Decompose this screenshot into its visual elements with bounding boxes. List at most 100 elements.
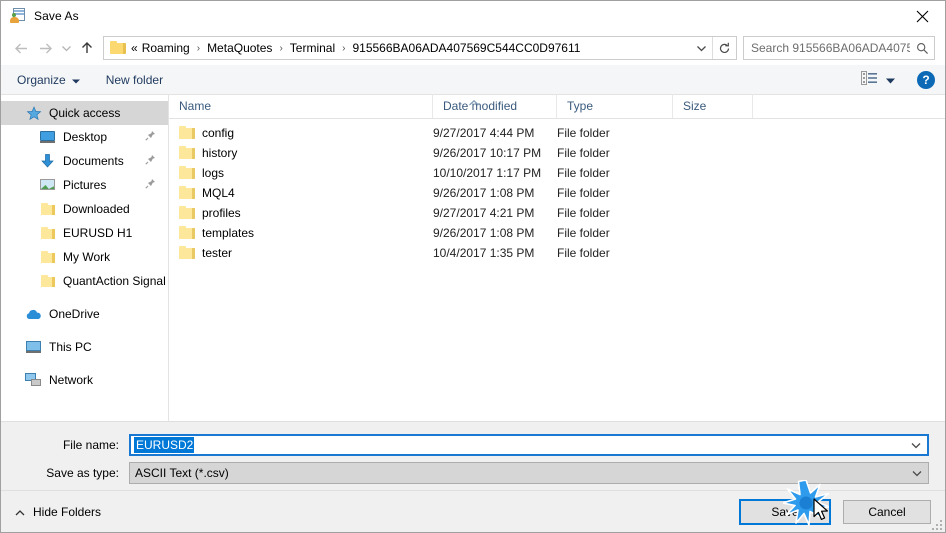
dialog-footer: Hide Folders Save Cancel — [1, 490, 945, 532]
table-row[interactable]: history 9/26/2017 10:17 PM File folder — [169, 143, 945, 163]
file-date: 9/26/2017 1:08 PM — [433, 186, 535, 200]
change-view-button[interactable] — [861, 71, 895, 88]
breadcrumb-item-roaming[interactable]: Roaming — [140, 41, 192, 55]
help-label: ? — [922, 72, 930, 87]
folder-icon — [179, 166, 195, 180]
organize-label: Organize — [17, 72, 66, 87]
search-input[interactable]: Search 915566BA06ADA40756... — [743, 36, 935, 60]
new-folder-label: New folder — [105, 72, 164, 87]
column-label: Type — [567, 99, 594, 113]
folder-icon — [39, 201, 57, 217]
sidebar-item-label: Quick access — [49, 106, 121, 120]
file-type: File folder — [557, 146, 610, 160]
cancel-button[interactable]: Cancel — [843, 499, 931, 524]
caret-up-icon — [15, 505, 25, 519]
file-name: MQL4 — [202, 186, 235, 200]
save-button[interactable]: Save — [739, 498, 831, 525]
sidebar-item-desktop[interactable]: Desktop — [1, 125, 168, 149]
file-name-input[interactable]: EURUSD2 — [129, 434, 929, 456]
new-folder-button[interactable]: New folder — [106, 73, 163, 87]
address-chevron-down-icon[interactable] — [690, 37, 712, 59]
column-headers: Name Date modified Type Size — [169, 94, 945, 119]
sidebar-item-label: Downloaded — [63, 202, 130, 216]
chevron-down-icon[interactable] — [912, 463, 922, 483]
file-type: File folder — [557, 206, 610, 220]
table-row[interactable]: tester 10/4/2017 1:35 PM File folder — [169, 243, 945, 263]
sidebar-divider — [1, 326, 168, 335]
close-icon[interactable] — [899, 1, 945, 31]
breadcrumb-separator-icon[interactable]: › — [337, 43, 350, 54]
back-arrow-icon[interactable] — [9, 36, 33, 60]
file-list: Name Date modified Type Size config 9/27… — [169, 94, 945, 421]
save-as-type-label: Save as type: — [46, 466, 119, 480]
breadcrumb-separator-icon[interactable]: › — [192, 43, 205, 54]
save-form: File name: EURUSD2 Save as type: ASCII T… — [1, 421, 945, 490]
file-name: templates — [202, 226, 255, 240]
sidebar-item-onedrive[interactable]: OneDrive — [1, 302, 168, 326]
column-header-name[interactable]: Name — [169, 94, 433, 118]
breadcrumb-overflow[interactable]: « — [131, 41, 140, 55]
pin-icon[interactable] — [145, 154, 156, 168]
file-type: File folder — [557, 226, 610, 240]
table-row[interactable]: logs 10/10/2017 1:17 PM File folder — [169, 163, 945, 183]
save-as-type-select[interactable]: ASCII Text (*.csv) — [129, 462, 929, 484]
sidebar-item-network[interactable]: Network — [1, 368, 168, 392]
resize-grip-icon[interactable] — [930, 518, 942, 530]
table-row[interactable]: profiles 9/27/2017 4:21 PM File folder — [169, 203, 945, 223]
breadcrumb-item-metaquotes[interactable]: MetaQuotes — [205, 41, 274, 55]
file-name: logs — [202, 166, 225, 180]
column-header-date-modified[interactable]: Date modified — [433, 94, 557, 118]
sidebar-item-quick-access[interactable]: Quick access — [1, 101, 168, 125]
sidebar-item-eurusd-h1[interactable]: EURUSD H1 — [1, 221, 168, 245]
folder-icon — [39, 273, 57, 289]
sidebar-item-downloaded[interactable]: Downloaded — [1, 197, 168, 221]
sidebar-item-pictures[interactable]: Pictures — [1, 173, 168, 197]
navigation-sidebar: Quick access Desktop Documents Pictures … — [1, 95, 169, 421]
folder-icon — [179, 186, 195, 200]
recent-locations-chevron-down-icon[interactable] — [57, 36, 75, 60]
refresh-icon[interactable] — [712, 37, 736, 59]
column-header-size[interactable]: Size — [673, 94, 753, 118]
pin-icon[interactable] — [145, 130, 156, 144]
forward-arrow-icon[interactable] — [33, 36, 57, 60]
sidebar-item-documents[interactable]: Documents — [1, 149, 168, 173]
folder-icon — [179, 126, 195, 140]
table-row[interactable]: MQL4 9/26/2017 1:08 PM File folder — [169, 183, 945, 203]
sidebar-item-my-work[interactable]: My Work — [1, 245, 168, 269]
sidebar-item-quantaction-signal[interactable]: QuantAction Signal — [1, 269, 168, 293]
folder-icon — [179, 206, 195, 220]
sidebar-item-label: Network — [49, 373, 94, 387]
view-layout-icon — [861, 71, 878, 88]
hide-folders-button[interactable]: Hide Folders — [15, 505, 101, 519]
file-rows: config 9/27/2017 4:44 PM File folder his… — [169, 119, 945, 421]
table-row[interactable]: templates 9/26/2017 1:08 PM File folder — [169, 223, 945, 243]
sidebar-item-this-pc[interactable]: This PC — [1, 335, 168, 359]
table-row[interactable]: config 9/27/2017 4:44 PM File folder — [169, 123, 945, 143]
column-label: Date modified — [443, 99, 518, 113]
sidebar-item-label: Pictures — [63, 178, 107, 192]
caret-down-icon — [71, 73, 80, 87]
file-date: 9/26/2017 10:17 PM — [433, 146, 542, 160]
save-as-type-row: Save as type: ASCII Text (*.csv) — [17, 462, 929, 484]
sidebar-item-label: This PC — [49, 340, 92, 354]
help-icon[interactable]: ? — [917, 70, 935, 89]
file-type: File folder — [557, 246, 610, 260]
breadcrumb-item-terminal-id[interactable]: 915566BA06ADA407569C544CC0D97611 — [350, 41, 582, 55]
file-date: 10/10/2017 1:17 PM — [433, 166, 542, 180]
sidebar-item-label: EURUSD H1 — [63, 226, 133, 240]
breadcrumb-separator-icon[interactable]: › — [274, 43, 287, 54]
monitor-icon — [39, 129, 57, 145]
organize-button[interactable]: Organize — [17, 73, 80, 87]
view-caret-down-icon — [886, 73, 895, 87]
save-as-type-value: ASCII Text (*.csv) — [135, 466, 229, 480]
file-date: 10/4/2017 1:35 PM — [433, 246, 535, 260]
up-arrow-icon[interactable] — [75, 36, 99, 60]
file-date: 9/26/2017 1:08 PM — [433, 226, 535, 240]
sort-ascending-icon — [469, 95, 479, 109]
chevron-down-icon[interactable] — [911, 436, 921, 454]
column-header-type[interactable]: Type — [557, 94, 673, 118]
pin-icon[interactable] — [145, 178, 156, 192]
folder-icon — [110, 40, 126, 56]
address-bar[interactable]: « Roaming › MetaQuotes › Terminal › 9155… — [103, 36, 737, 60]
breadcrumb-item-terminal[interactable]: Terminal — [288, 41, 337, 55]
